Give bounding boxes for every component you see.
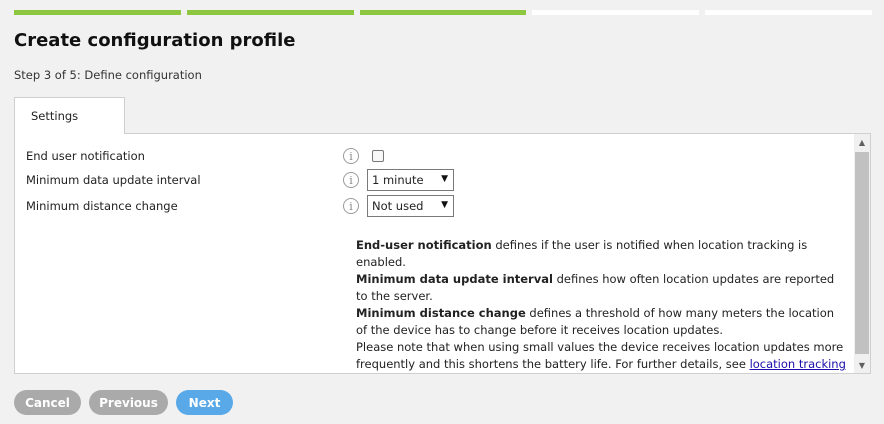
step-indicator: Step 3 of 5: Define configuration bbox=[14, 68, 202, 82]
scroll-up-arrow-icon[interactable]: ▲ bbox=[854, 134, 870, 150]
min-update-interval-value: 1 minute bbox=[372, 173, 424, 187]
progress-segment-4 bbox=[532, 10, 700, 15]
setting-row-end-user-notification: End user notification i bbox=[26, 144, 466, 168]
caret-down-icon: ▼ bbox=[441, 174, 448, 184]
min-distance-change-value: Not used bbox=[372, 199, 424, 213]
min-distance-change-label: Minimum distance change bbox=[26, 199, 178, 213]
progress-segment-1 bbox=[14, 10, 181, 15]
caret-down-icon: ▼ bbox=[441, 200, 448, 210]
info-circle-icon[interactable]: i bbox=[343, 148, 359, 164]
previous-button[interactable]: Previous bbox=[89, 390, 168, 415]
tab-settings[interactable]: Settings bbox=[14, 97, 125, 134]
tab-settings-label: Settings bbox=[31, 109, 79, 123]
progress-segment-3 bbox=[359, 10, 527, 15]
settings-panel: End user notification i Minimum data upd… bbox=[14, 133, 871, 374]
progress-segment-5 bbox=[705, 10, 872, 15]
min-update-interval-label: Minimum data update interval bbox=[26, 173, 201, 187]
min-distance-change-select[interactable]: Not used ▼ bbox=[367, 195, 454, 217]
panel-scrollbar[interactable]: ▲ ▼ bbox=[854, 134, 870, 373]
help-paragraph-battery-note: Please note that when using small values… bbox=[356, 339, 846, 373]
next-button[interactable]: Next bbox=[176, 390, 233, 415]
progress-segment-2 bbox=[186, 10, 354, 15]
help-paragraph-update-interval: Minimum data update interval defines how… bbox=[356, 272, 835, 303]
help-text: End-user notification defines if the use… bbox=[356, 237, 846, 373]
info-circle-icon[interactable]: i bbox=[343, 198, 359, 214]
scroll-down-arrow-icon[interactable]: ▼ bbox=[854, 357, 870, 373]
help-paragraph-notification: End-user notification defines if the use… bbox=[356, 238, 808, 269]
cancel-button[interactable]: Cancel bbox=[14, 390, 81, 415]
info-circle-icon[interactable]: i bbox=[343, 172, 359, 188]
page-title: Create configuration profile bbox=[14, 30, 296, 51]
setting-row-min-distance-change: Minimum distance change i Not used ▼ bbox=[26, 194, 466, 218]
setting-row-min-update-interval: Minimum data update interval i 1 minute … bbox=[26, 168, 466, 192]
end-user-notification-label: End user notification bbox=[26, 149, 145, 163]
help-paragraph-distance-change: Minimum distance change defines a thresh… bbox=[356, 306, 835, 337]
min-update-interval-select[interactable]: 1 minute ▼ bbox=[367, 169, 454, 191]
scrollbar-thumb[interactable] bbox=[855, 152, 869, 354]
end-user-notification-checkbox[interactable] bbox=[372, 150, 384, 162]
wizard-progress-bar bbox=[14, 10, 872, 15]
